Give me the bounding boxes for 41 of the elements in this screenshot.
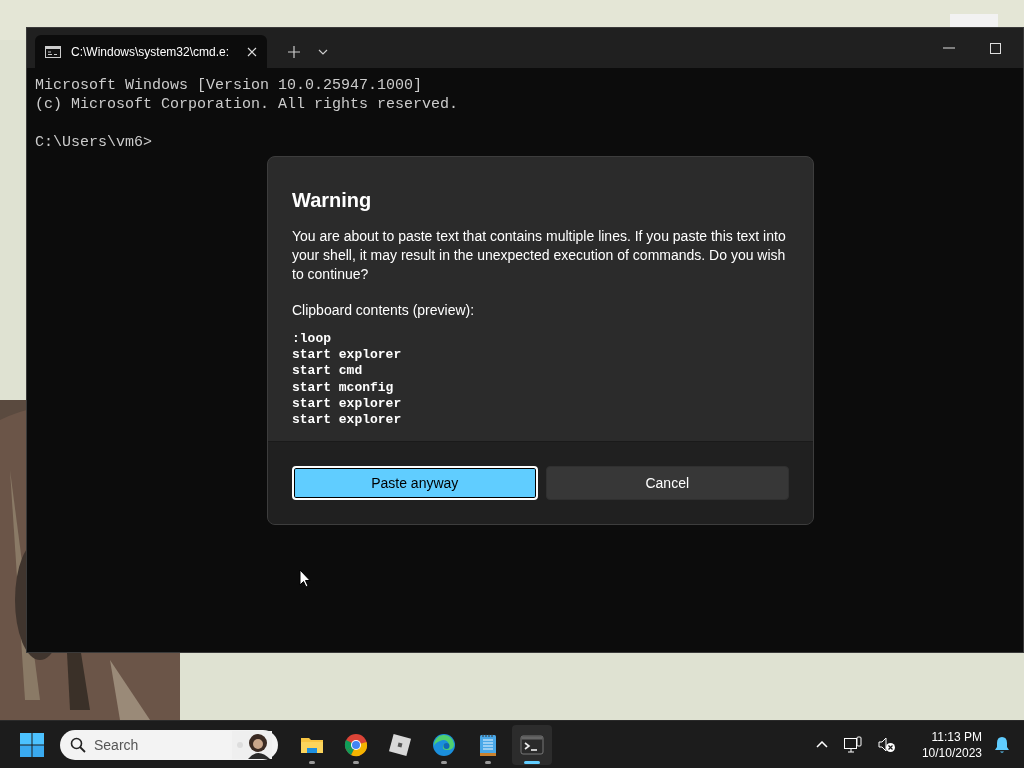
preview-line: start explorer — [292, 395, 403, 412]
cancel-button[interactable]: Cancel — [545, 466, 789, 500]
preview-label: Clipboard contents (preview): — [292, 301, 476, 320]
clock-date: 10/10/2023 — [921, 744, 982, 761]
clock-time: 11:13 PM — [930, 728, 982, 745]
maximize-icon — [989, 42, 1001, 54]
running-indicator — [485, 760, 491, 764]
dialog-title: Warning — [292, 188, 373, 213]
console-prompt: C:\Users\vm6> — [35, 133, 154, 152]
preview-line: start explorer — [292, 347, 403, 364]
terminal-tab[interactable]: C:\Windows\system32\cmd.e: — [35, 35, 267, 68]
preview-line: :loop — [292, 331, 332, 348]
preview-line: start mconfig — [292, 379, 395, 396]
preview-line: start explorer — [292, 412, 403, 429]
paste-button[interactable]: Paste anyway — [292, 466, 538, 500]
dialog-message: You are about to paste text that contains multiple lines. If you paste this text into your shell, it may result in the unexpected execution of commands. Do you wish to continue? — [292, 227, 787, 284]
close-tab-button[interactable] — [247, 46, 257, 57]
chevron-up-icon — [815, 741, 828, 748]
minimize-icon — [943, 47, 955, 49]
preview-line: start cmd — [292, 363, 364, 380]
search-icon — [70, 736, 86, 753]
chevron-down-icon — [318, 48, 328, 55]
chrome-icon — [344, 732, 368, 757]
console-line: (c) Microsoft Corporation. All rights reserved. — [35, 95, 460, 114]
taskbar-app-button[interactable] — [512, 724, 552, 765]
running-indicator — [309, 760, 315, 764]
network-icon — [843, 735, 862, 754]
muted-speaker-icon — [877, 736, 896, 753]
running-indicator — [353, 760, 359, 764]
terminal-icon — [520, 732, 544, 757]
windows-icon — [20, 732, 44, 757]
close-icon — [247, 46, 257, 57]
running-indicator — [441, 760, 447, 764]
clock[interactable]: 11:13 PM 10/10/2023 — [917, 728, 986, 761]
console-line: Microsoft Windows [Version 10.0.25947.1000] — [35, 76, 424, 95]
bell-icon — [994, 735, 1010, 754]
cursor-icon — [299, 569, 311, 588]
running-indicator — [524, 760, 540, 764]
edge-icon — [432, 732, 456, 757]
console-icon — [45, 45, 61, 58]
plus-icon — [288, 45, 300, 58]
